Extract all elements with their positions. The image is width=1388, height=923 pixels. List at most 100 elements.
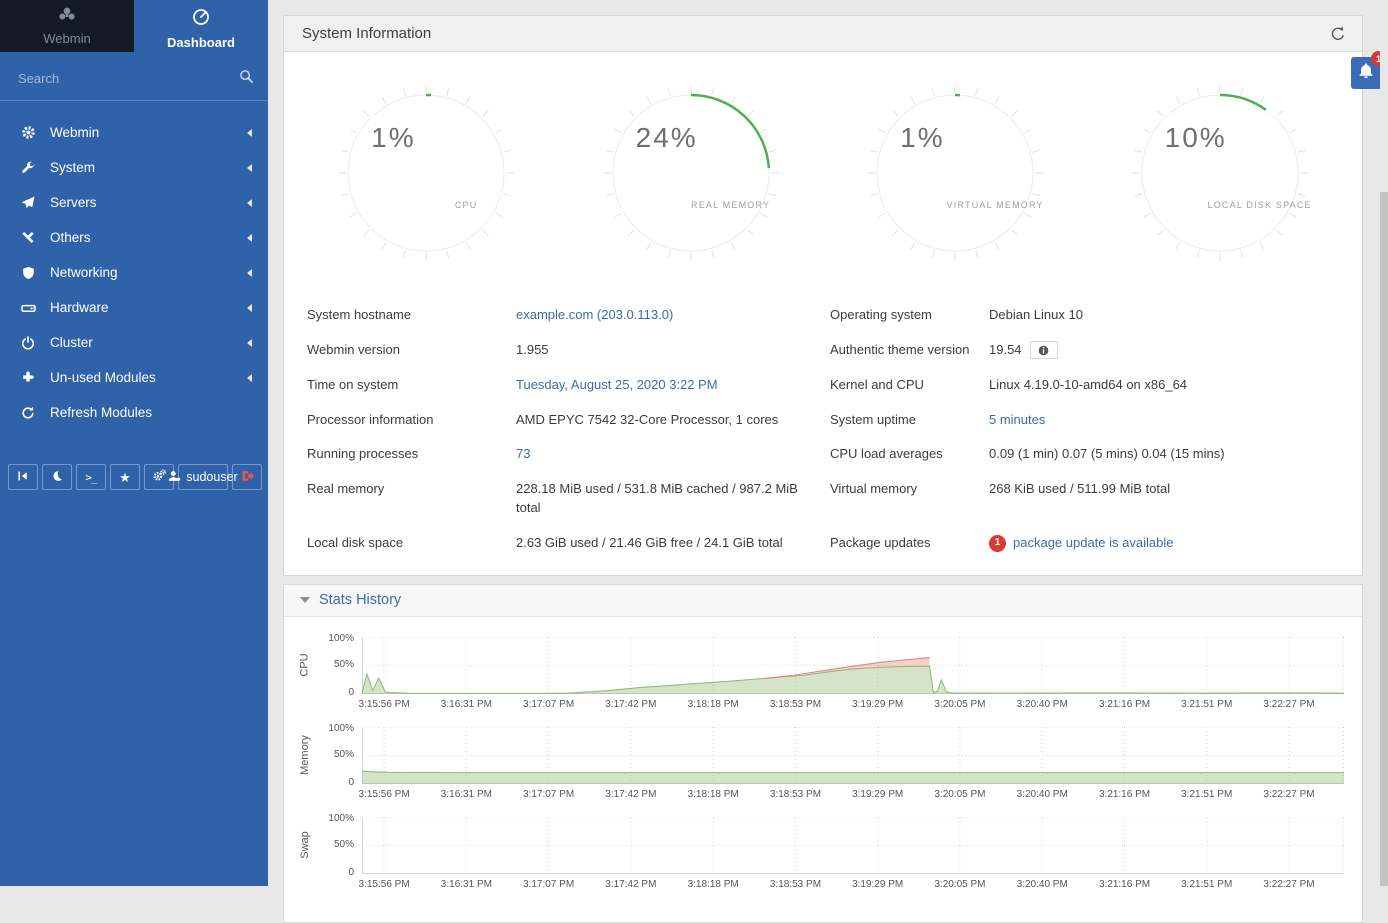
gauge-dial [596, 78, 786, 268]
system-information-panel: System Information 1% CPU 24%REAL MEMORY 1%… [283, 15, 1363, 576]
sidebar-item-networking[interactable]: Networking [0, 255, 268, 290]
sidebar-tabs: Webmin Dashboard [0, 0, 268, 57]
x-tick-label: 3:17:42 PM [605, 789, 656, 800]
y-tick-label: 50% [334, 839, 354, 850]
x-tick-label: 3:19:29 PM [852, 699, 903, 710]
sidebar-item-label: Others [50, 230, 247, 245]
sidebar-item-cluster[interactable]: Cluster [0, 325, 268, 360]
x-tick-label: 3:21:16 PM [1099, 789, 1150, 800]
gauge-local-disk-space: 10%LOCAL DISK SPACE [1125, 78, 1315, 268]
moon-icon [51, 470, 63, 485]
gauge-dial [860, 78, 1050, 268]
hostname-link[interactable]: example.com (203.0.113.0) [516, 298, 830, 333]
package-updates-count-badge: 1 [989, 535, 1006, 552]
gauge-real-memory: 24%REAL MEMORY [596, 78, 786, 268]
caret-down-icon [300, 597, 310, 603]
sidebar-item-label: Refresh Modules [50, 405, 252, 420]
refresh-page-button[interactable] [1330, 26, 1346, 42]
sidebar-menu: Webmin System Servers Others Networking … [0, 101, 268, 430]
caret-left-icon [247, 164, 252, 172]
x-tick-label: 3:18:53 PM [770, 699, 821, 710]
info-label: CPU load averages [830, 437, 989, 472]
terminal-button[interactable]: >_ [76, 464, 106, 490]
x-tick-label: 3:21:51 PM [1181, 699, 1232, 710]
running-processes-link[interactable]: 73 [516, 437, 830, 472]
time-on-system-link[interactable]: Tuesday, August 25, 2020 3:22 PM [516, 368, 830, 403]
tab-webmin[interactable]: Webmin [0, 0, 134, 52]
y-tick-label: 100% [328, 723, 354, 734]
x-tick-label: 3:21:16 PM [1099, 699, 1150, 710]
stats-history-panel: Stats History CPU100%50%03:15:56 PM3:16:… [283, 584, 1363, 923]
x-tick-label: 3:20:40 PM [1017, 789, 1068, 800]
search-icon[interactable] [239, 69, 254, 89]
gauge-virtual-memory: 1%VIRTUAL MEMORY [860, 78, 1050, 268]
x-tick-label: 3:20:05 PM [934, 789, 985, 800]
x-tick-label: 3:20:40 PM [1017, 699, 1068, 710]
uptime-link[interactable]: 5 minutes [989, 403, 1344, 438]
sidebar-item-webmin[interactable]: Webmin [0, 115, 268, 150]
x-tick-label: 3:20:05 PM [934, 879, 985, 890]
y-tick-label: 100% [328, 813, 354, 824]
gauge-value: 10% [1165, 122, 1227, 154]
search-input[interactable] [18, 71, 239, 86]
gears-icon [152, 469, 167, 485]
info-value: 19.54 [989, 333, 1344, 368]
refresh-icon [20, 405, 36, 421]
x-tick-label: 3:17:07 PM [523, 879, 574, 890]
info-label: Processor information [307, 403, 516, 438]
stats-history-header[interactable]: Stats History [284, 585, 1362, 617]
info-value: 1.955 [516, 333, 830, 368]
sidebar-item-label: Hardware [50, 300, 247, 315]
info-label: Package updates [830, 526, 989, 561]
info-label: System uptime [830, 403, 989, 438]
sidebar-item-unused-modules[interactable]: Un-used Modules [0, 360, 268, 395]
x-tick-label: 3:15:56 PM [359, 699, 410, 710]
theme-info-button[interactable] [1030, 341, 1058, 359]
logout-button[interactable] [232, 464, 262, 490]
x-tick-label: 3:17:07 PM [523, 699, 574, 710]
x-tick-label: 3:17:07 PM [523, 789, 574, 800]
chart-yticks: 100%50%0 [316, 727, 362, 784]
gauge-value: 1% [371, 122, 415, 154]
system-info-table: System hostname example.com (203.0.113.0… [284, 274, 1362, 575]
chart-plot-wrap: 3:15:56 PM3:16:31 PM3:17:07 PM3:17:42 PM… [362, 817, 1344, 894]
sidebar-item-system[interactable]: System [0, 150, 268, 185]
x-tick-label: 3:17:42 PM [605, 699, 656, 710]
info-value: 228.18 MiB used / 531.8 MiB cached / 987… [516, 472, 830, 526]
gauge-dial [1125, 78, 1315, 268]
chart-xlabels: 3:15:56 PM3:16:31 PM3:17:07 PM3:17:42 PM… [362, 784, 1344, 804]
sidebar-item-hardware[interactable]: Hardware [0, 290, 268, 325]
user-menu-button[interactable]: sudouser [178, 464, 228, 490]
page-title: System Information [302, 25, 1330, 42]
user-name-label: sudouser [186, 470, 237, 484]
x-tick-label: 3:18:53 PM [770, 789, 821, 800]
sidebar-item-servers[interactable]: Servers [0, 185, 268, 220]
chart-swap-plot [362, 817, 1344, 874]
collapse-sidebar-button[interactable] [8, 464, 38, 490]
sidebar-item-refresh-modules[interactable]: Refresh Modules [0, 395, 268, 430]
chart-row-swap: Swap100%50%03:15:56 PM3:16:31 PM3:17:07 … [294, 817, 1344, 894]
x-tick-label: 3:22:27 PM [1263, 879, 1314, 890]
collapse-icon [17, 470, 29, 485]
scrollbar-thumb[interactable] [1380, 0, 1388, 192]
y-tick-label: 100% [328, 633, 354, 644]
x-tick-label: 3:15:56 PM [359, 879, 410, 890]
info-value: 2.63 GiB used / 21.46 GiB free / 24.1 Gi… [516, 526, 830, 561]
gauge-label: CPU [455, 200, 478, 210]
chart-row-cpu: CPU100%50%03:15:56 PM3:16:31 PM3:17:07 P… [294, 637, 1344, 714]
package-updates-link[interactable]: package update is available [1013, 535, 1173, 550]
shield-icon [20, 265, 36, 281]
favorites-button[interactable]: ★ [110, 464, 140, 490]
tab-dashboard[interactable]: Dashboard [134, 0, 268, 57]
power-icon [20, 335, 36, 351]
sidebar-item-label: System [50, 160, 247, 175]
theme-version-value: 19.54 [989, 342, 1022, 357]
x-tick-label: 3:22:27 PM [1263, 699, 1314, 710]
page-scrollbar[interactable] [1380, 0, 1388, 886]
sidebar-item-others[interactable]: Others [0, 220, 268, 255]
night-mode-button[interactable] [42, 464, 72, 490]
y-tick-label: 50% [334, 659, 354, 670]
main-content: System Information 1% CPU 24%REAL MEMORY 1%… [268, 0, 1388, 886]
chart-cpu-plot [362, 637, 1344, 694]
notifications-button[interactable]: 1 [1351, 57, 1380, 89]
